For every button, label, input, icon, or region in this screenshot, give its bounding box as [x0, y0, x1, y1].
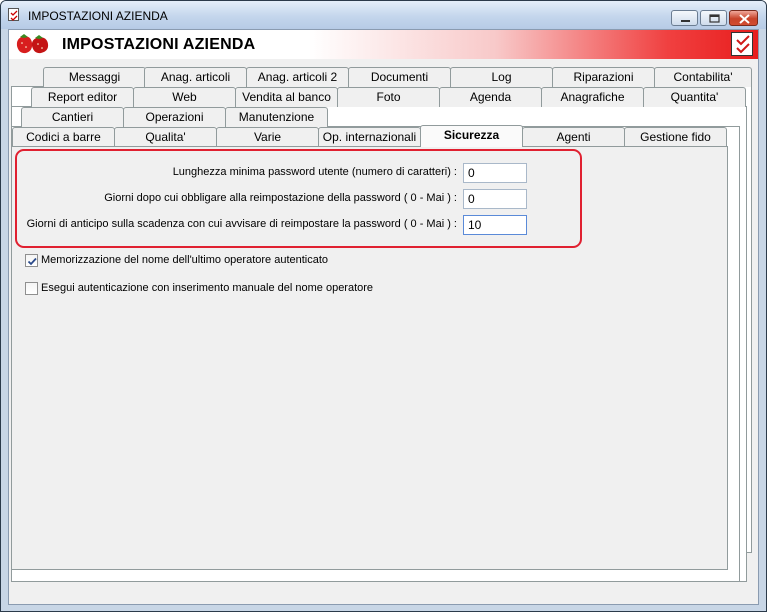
password-warning-days-label: Giorni di anticipo sulla scadenza con cu…: [26, 218, 457, 230]
tab-varie[interactable]: Varie: [216, 127, 319, 147]
tab-gestione-fido[interactable]: Gestione fido: [624, 127, 727, 147]
tab-sicurezza[interactable]: Sicurezza: [420, 125, 523, 147]
checklist-icon: [731, 32, 753, 56]
strawberry-logo-icon: [14, 33, 54, 58]
tab-op-internazionali[interactable]: Op. internazionali: [318, 127, 421, 147]
window-title: IMPOSTAZIONI AZIENDA: [28, 9, 168, 23]
remember-operator-label: Memorizzazione del nome dell'ultimo oper…: [41, 254, 329, 266]
header-title: IMPOSTAZIONI AZIENDA: [62, 36, 256, 53]
tab-contabilita[interactable]: Contabilita': [654, 67, 752, 87]
minimize-button[interactable]: [671, 10, 698, 26]
tab-agenda[interactable]: Agenda: [439, 87, 542, 107]
tab-web[interactable]: Web: [133, 87, 236, 107]
min-password-length-label: Lunghezza minima password utente (numero…: [172, 166, 457, 178]
maximize-button[interactable]: [700, 10, 727, 26]
header-band: IMPOSTAZIONI AZIENDA: [9, 30, 758, 59]
tab-log[interactable]: Log: [450, 67, 553, 87]
tab-anag-articoli-2[interactable]: Anag. articoli 2: [246, 67, 349, 87]
tab-anag-articoli[interactable]: Anag. articoli: [144, 67, 247, 87]
tab-agenti[interactable]: Agenti: [522, 127, 625, 147]
checklist-icon: [8, 8, 19, 21]
tab-documenti[interactable]: Documenti: [348, 67, 451, 87]
tab-foto[interactable]: Foto: [337, 87, 440, 107]
tab-operazioni[interactable]: Operazioni: [123, 107, 226, 127]
manual-operator-checkbox[interactable]: [25, 282, 38, 295]
tab-manutenzione[interactable]: Manutenzione: [225, 107, 328, 127]
tab-codici-a-barre[interactable]: Codici a barre: [12, 127, 115, 147]
password-reset-days-input[interactable]: [463, 189, 527, 209]
security-panel: Lunghezza minima password utente (numero…: [11, 146, 728, 570]
tab-riparazioni[interactable]: Riparazioni: [552, 67, 655, 87]
tab-quantita[interactable]: Quantita': [643, 87, 746, 107]
app-window: IMPOSTAZIONI AZIENDA IMPOSTAZIONI AZIEND…: [0, 0, 767, 612]
close-button[interactable]: [729, 10, 758, 26]
tab-qualita[interactable]: Qualita': [114, 127, 217, 147]
password-warning-days-input[interactable]: [463, 215, 527, 235]
tab-anagrafiche[interactable]: Anagrafiche: [541, 87, 644, 107]
tab-cantieri[interactable]: Cantieri: [21, 107, 124, 127]
tab-report-editor[interactable]: Report editor: [31, 87, 134, 107]
title-bar[interactable]: IMPOSTAZIONI AZIENDA: [1, 1, 766, 29]
password-reset-days-label: Giorni dopo cui obbligare alla reimposta…: [104, 192, 457, 204]
remember-operator-checkbox[interactable]: [25, 254, 38, 267]
tab-vendita-al-banco[interactable]: Vendita al banco: [235, 87, 338, 107]
client-area: IMPOSTAZIONI AZIENDA Messaggi Anag. arti…: [8, 29, 759, 605]
tab-messaggi[interactable]: Messaggi: [43, 67, 146, 87]
min-password-length-input[interactable]: [463, 163, 527, 183]
manual-operator-label: Esegui autenticazione con inserimento ma…: [41, 282, 374, 294]
